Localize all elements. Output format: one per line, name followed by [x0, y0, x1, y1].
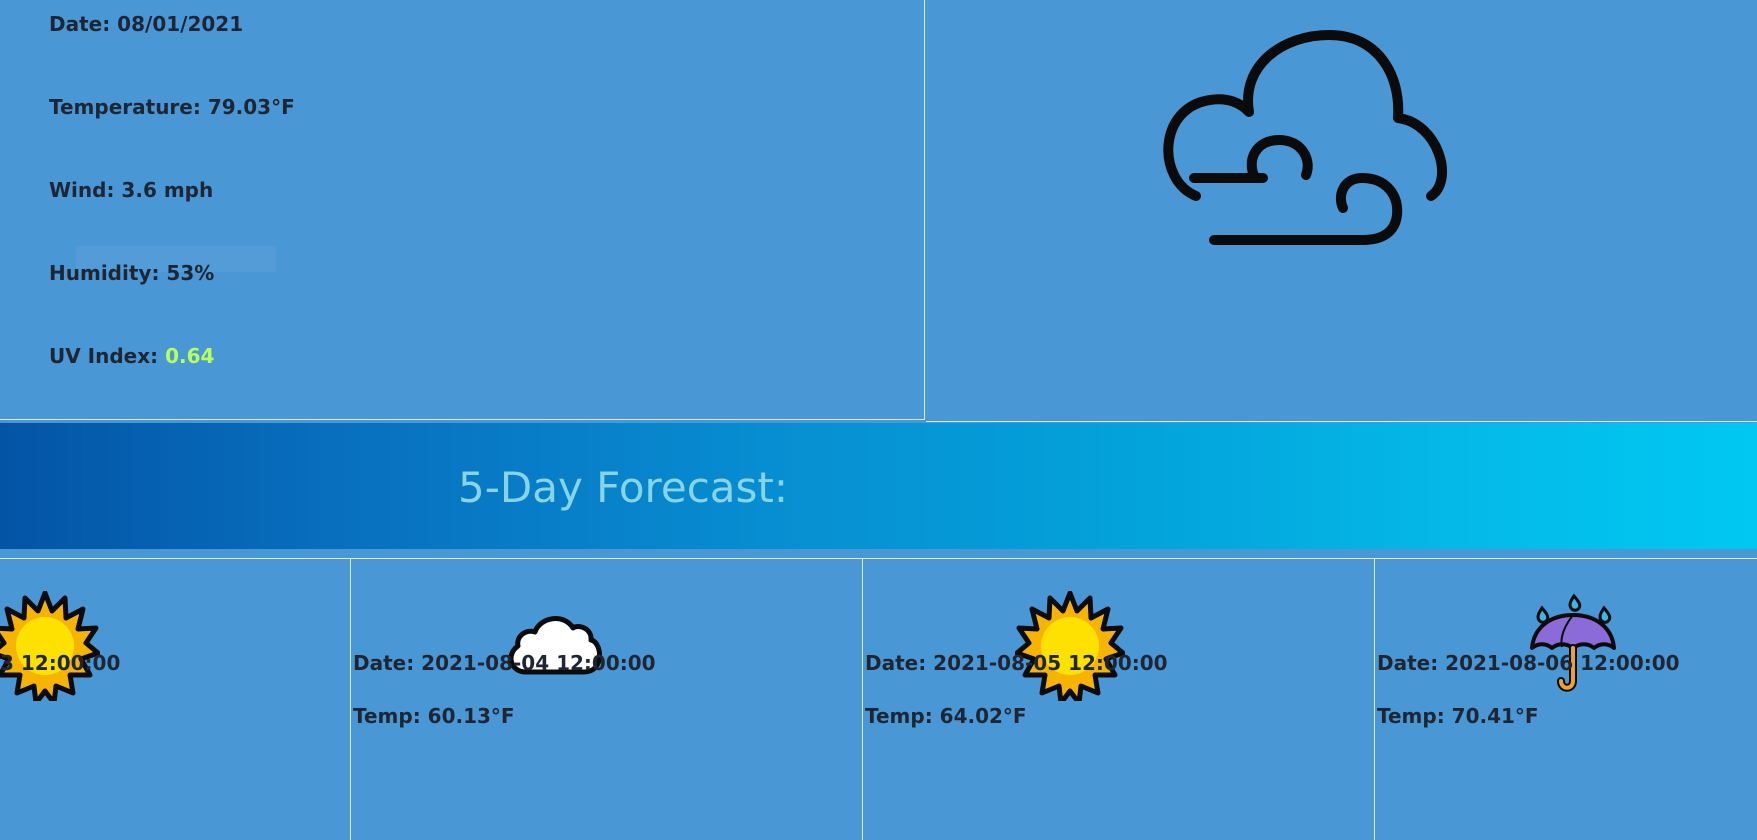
forecast-date: Date: 2021-08-05 12:00:00	[865, 651, 1168, 675]
sun-icon	[1015, 591, 1125, 701]
forecast-temp: Temp: 64.02°F	[865, 704, 1027, 728]
forecast-title: 5-Day Forecast:	[458, 463, 789, 512]
current-date: Date: 08/01/2021	[49, 12, 244, 36]
forecast-card: Date: 2021-08-05 12:00:00 Temp: 64.02°F	[863, 559, 1374, 840]
cloud-wind-icon	[1163, 30, 1447, 245]
forecast-date: 3 12:00:00	[0, 651, 121, 675]
current-weather-section: Date: 08/01/2021 Temperature: 79.03°F Wi…	[0, 0, 1757, 422]
forecast-card: Date: 2021-08-06 12:00:00 Temp: 70.41°F	[1375, 559, 1757, 840]
forecast-cards: 3 12:00:00 Date: 2021-08-04 12:00:00 Tem…	[0, 558, 1757, 840]
umbrella-rain-icon	[1530, 593, 1616, 692]
forecast-header-bar: 5-Day Forecast:	[0, 423, 1757, 549]
uv-index-value: 0.64	[165, 344, 215, 368]
forecast-temp: Temp: 60.13°F	[353, 704, 515, 728]
forecast-date: Date: 2021-08-06 12:00:00	[1377, 651, 1680, 675]
forecast-temp: Temp: 70.41°F	[1377, 704, 1539, 728]
current-humidity: Humidity: 53%	[49, 261, 215, 285]
forecast-card: Date: 2021-08-04 12:00:00 Temp: 60.13°F	[351, 559, 862, 840]
current-wind: Wind: 3.6 mph	[49, 178, 214, 202]
current-uv-index: UV Index: 0.64	[49, 344, 214, 368]
forecast-date: Date: 2021-08-04 12:00:00	[353, 651, 656, 675]
sun-icon	[0, 591, 100, 701]
uv-index-label: UV Index:	[49, 344, 166, 368]
current-weather-panel: Date: 08/01/2021 Temperature: 79.03°F Wi…	[0, 0, 925, 420]
current-temperature: Temperature: 79.03°F	[49, 95, 295, 119]
current-weather-icon-panel	[926, 0, 1757, 422]
forecast-card: 3 12:00:00	[0, 559, 350, 840]
